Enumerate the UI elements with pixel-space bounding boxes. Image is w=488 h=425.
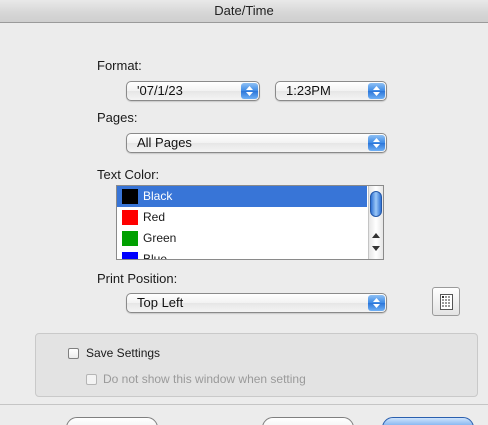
popup-arrows-icon xyxy=(241,83,258,99)
cancel-button[interactable] xyxy=(262,417,354,425)
format-label: Format: xyxy=(97,58,142,73)
page-position-button[interactable] xyxy=(432,287,460,316)
pages-value: All Pages xyxy=(137,135,192,150)
date-format-value: '07/1/23 xyxy=(137,83,183,98)
scroll-down-arrow-icon[interactable] xyxy=(372,244,380,252)
color-swatch xyxy=(122,252,138,259)
page-position-icon xyxy=(440,294,453,310)
scroll-up-arrow-icon[interactable] xyxy=(372,232,380,240)
list-item-black[interactable]: Black xyxy=(117,186,367,207)
ok-button[interactable] xyxy=(382,417,474,425)
text-color-label: Text Color: xyxy=(97,167,160,182)
footer-divider xyxy=(0,404,488,405)
color-swatch xyxy=(122,231,138,246)
popup-arrows-icon xyxy=(368,135,385,151)
print-position-popup[interactable]: Top Left xyxy=(126,293,387,313)
settings-group: Save Settings Do not show this window wh… xyxy=(35,333,478,397)
print-position-label: Print Position: xyxy=(97,271,178,286)
text-color-list[interactable]: Black Red Green Blue xyxy=(116,185,384,260)
list-item-label: Black xyxy=(143,189,173,203)
time-format-popup[interactable]: 1:23PM xyxy=(275,81,387,101)
window-title: Date/Time xyxy=(0,0,488,23)
do-not-show-label: Do not show this window when setting xyxy=(103,372,306,386)
date-time-dialog: Date/Time Format: '07/1/23 1:23PM Pages:… xyxy=(0,0,488,425)
time-format-value: 1:23PM xyxy=(286,83,331,98)
list-scrollbar[interactable] xyxy=(368,186,383,259)
pages-popup[interactable]: All Pages xyxy=(126,133,387,153)
left-footer-button[interactable] xyxy=(66,417,158,425)
list-item-green[interactable]: Green xyxy=(117,228,367,249)
save-settings-label[interactable]: Save Settings xyxy=(86,346,160,360)
popup-arrows-icon xyxy=(368,295,385,311)
list-item-red[interactable]: Red xyxy=(117,207,367,228)
color-swatch xyxy=(122,210,138,225)
list-item-label: Red xyxy=(143,210,166,224)
date-format-popup[interactable]: '07/1/23 xyxy=(126,81,260,101)
list-item-label: Green xyxy=(143,231,177,245)
color-swatch xyxy=(122,189,138,204)
print-position-value: Top Left xyxy=(137,295,184,310)
list-item-blue[interactable]: Blue xyxy=(117,249,367,260)
list-item-label: Blue xyxy=(143,252,168,260)
save-settings-checkbox[interactable] xyxy=(68,348,79,359)
pages-label: Pages: xyxy=(97,110,138,125)
do-not-show-checkbox[interactable] xyxy=(86,374,97,385)
popup-arrows-icon xyxy=(368,83,385,99)
scroll-thumb[interactable] xyxy=(370,191,382,217)
